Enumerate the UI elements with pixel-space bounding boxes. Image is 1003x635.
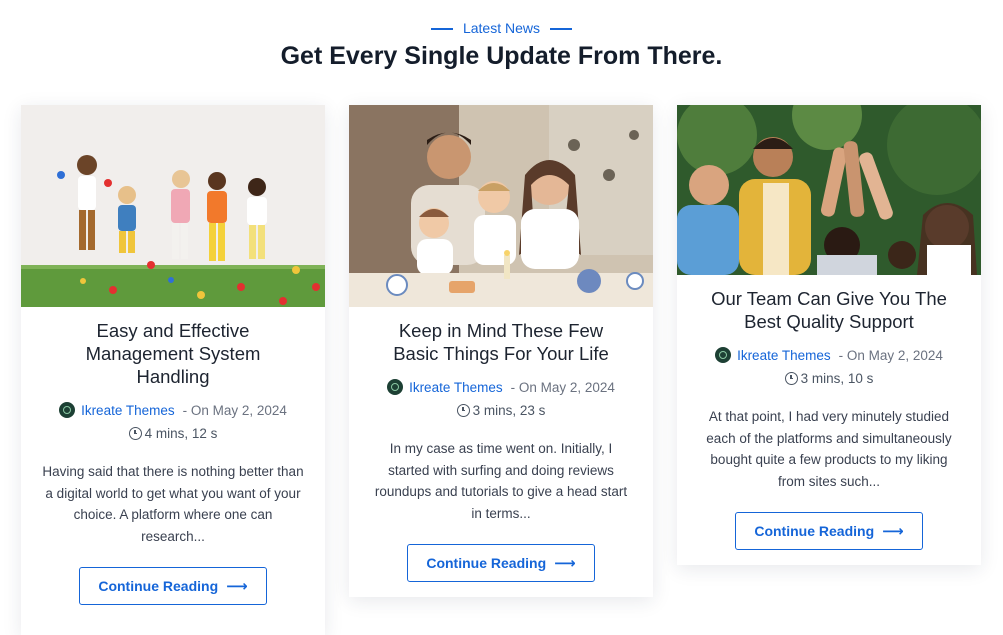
section-headline: Get Every Single Update From There. (280, 42, 723, 70)
ikreate-logo-icon (59, 402, 76, 418)
post-date: - On May 2, 2024 (510, 380, 615, 395)
read-time: 3 mins, 10 s (691, 368, 967, 390)
eyebrow-dash-left (430, 28, 453, 31)
button-label: Continue Reading (98, 578, 219, 594)
continue-reading-button[interactable]: Continue Reading ⟶ (735, 512, 923, 550)
read-time-value: 4 mins, 12 s (144, 426, 218, 441)
post-author[interactable]: Ikreate Themes (409, 380, 503, 395)
ikreate-logo-icon (715, 347, 732, 363)
arrow-right-icon: ⟶ (554, 555, 576, 572)
post-title[interactable]: Easy and Effective Management System Han… (49, 319, 297, 388)
post-date: - On May 2, 2024 (838, 348, 943, 363)
post-excerpt: In my case as time went on. Initially, I… (374, 441, 628, 521)
post-title[interactable]: Our Team Can Give You The Best Quality S… (705, 287, 953, 333)
news-card: Keep in Mind These Few Basic Things For … (349, 105, 653, 597)
card-body: Easy and Effective Management System Han… (21, 307, 325, 625)
clock-icon (784, 372, 798, 385)
read-time-value: 3 mins, 23 s (472, 403, 546, 418)
post-author[interactable]: Ikreate Themes (81, 403, 175, 418)
read-time: 4 mins, 12 s (35, 423, 311, 445)
read-time: 3 mins, 23 s (363, 400, 639, 422)
post-thumbnail[interactable] (349, 105, 653, 307)
arrow-right-icon: ⟶ (226, 578, 248, 595)
team-high-five-photo (677, 105, 981, 275)
post-thumbnail[interactable] (21, 105, 325, 307)
news-card: Easy and Effective Management System Han… (21, 105, 325, 635)
section-eyebrow: Latest News (0, 19, 1003, 37)
post-excerpt: Having said that there is nothing better… (42, 464, 304, 544)
family-at-table-photo (349, 105, 653, 307)
continue-reading-button[interactable]: Continue Reading ⟶ (79, 567, 267, 605)
clock-icon (128, 427, 142, 440)
news-card: Our Team Can Give You The Best Quality S… (677, 105, 981, 565)
post-meta: Ikreate Themes - On May 2, 2024 (35, 401, 311, 421)
clock-icon (456, 404, 470, 417)
post-meta: Ikreate Themes - On May 2, 2024 (363, 378, 639, 398)
eyebrow-label: Latest News (462, 20, 541, 36)
card-body: Our Team Can Give You The Best Quality S… (677, 275, 981, 570)
eyebrow-dash-right (550, 28, 573, 31)
post-title[interactable]: Keep in Mind These Few Basic Things For … (377, 319, 625, 365)
ikreate-logo-icon (387, 379, 404, 395)
read-time-value: 3 mins, 10 s (800, 371, 874, 386)
button-label: Continue Reading (426, 555, 547, 571)
post-thumbnail[interactable] (677, 105, 981, 275)
post-date: - On May 2, 2024 (182, 403, 287, 418)
children-playing-photo (21, 105, 325, 307)
button-label: Continue Reading (754, 523, 875, 539)
arrow-right-icon: ⟶ (882, 523, 904, 540)
post-excerpt: At that point, I had very minutely studi… (706, 409, 952, 489)
card-body: Keep in Mind These Few Basic Things For … (349, 307, 653, 602)
post-meta: Ikreate Themes - On May 2, 2024 (691, 346, 967, 366)
continue-reading-button[interactable]: Continue Reading ⟶ (407, 544, 595, 582)
post-author[interactable]: Ikreate Themes (737, 348, 831, 363)
